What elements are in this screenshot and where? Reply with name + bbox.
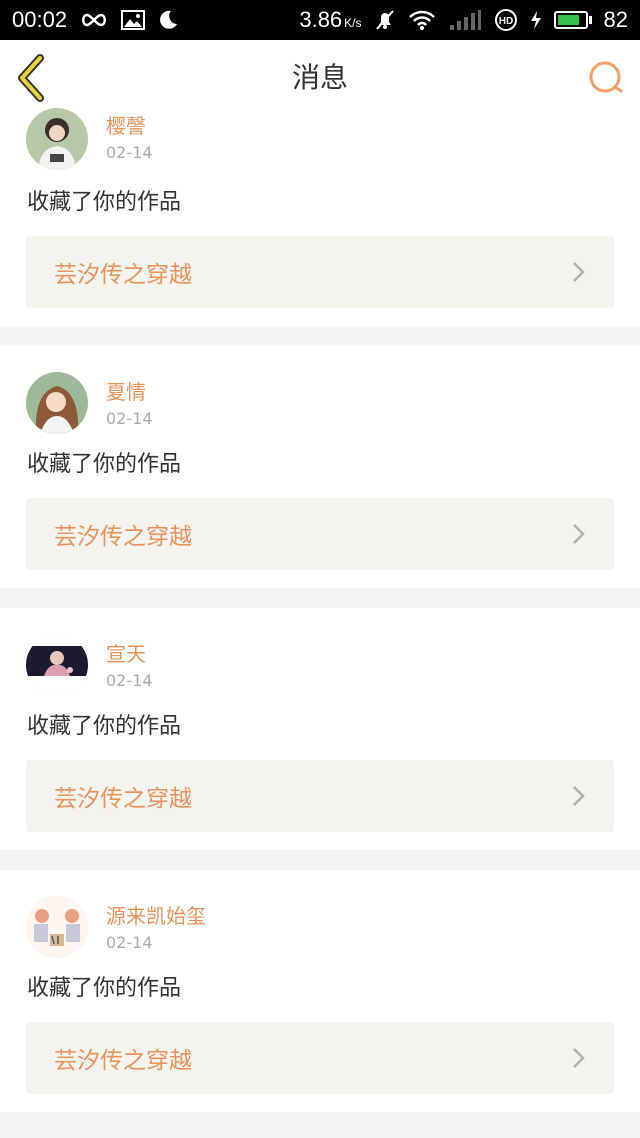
- charging-icon: [530, 10, 542, 30]
- svg-text:HD: HD: [498, 16, 512, 27]
- hd-icon: HD: [494, 8, 518, 32]
- user-name[interactable]: 夏情: [106, 378, 146, 406]
- message-action: 收藏了你的作品: [27, 452, 182, 477]
- mute-bell-icon: [374, 9, 396, 31]
- avatar[interactable]: [26, 372, 88, 434]
- chevron-right-icon: [573, 262, 585, 282]
- page-title: 消息: [291, 61, 348, 94]
- user-name[interactable]: 源来凯始玺: [106, 902, 206, 930]
- search-icon: [589, 61, 623, 93]
- work-title: 芸汐传之穿越: [54, 786, 192, 812]
- message-action: 收藏了你的作品: [27, 976, 182, 1001]
- work-link[interactable]: 芸汐传之穿越: [26, 236, 614, 308]
- chevron-right-icon: [573, 524, 585, 544]
- avatar[interactable]: [26, 896, 88, 958]
- message-date: 02-14: [106, 409, 153, 428]
- avatar[interactable]: [26, 634, 88, 696]
- message-date: 02-14: [106, 671, 153, 690]
- chevron-right-icon: [573, 1048, 585, 1068]
- message-action: 收藏了你的作品: [27, 190, 182, 215]
- network-speed: 3.86 K/s: [299, 7, 361, 33]
- chevron-right-icon: [573, 786, 585, 806]
- user-name[interactable]: 樱謦: [106, 112, 146, 140]
- wifi-icon: [408, 9, 436, 31]
- moon-icon: [157, 9, 179, 31]
- status-bar: 00:02 3.86 K/s HD 82: [0, 0, 640, 40]
- user-name[interactable]: 宣天: [106, 640, 146, 668]
- message-card: 源来凯始玺 02-14 收藏了你的作品 芸汐传之穿越: [0, 870, 640, 1112]
- work-title: 芸汐传之穿越: [54, 1048, 192, 1074]
- avatar[interactable]: [26, 108, 88, 170]
- status-time: 00:02: [12, 7, 68, 32]
- work-link[interactable]: 芸汐传之穿越: [26, 1022, 614, 1094]
- navigation-bar: 消息: [0, 40, 640, 116]
- message-date: 02-14: [106, 143, 153, 162]
- message-list: 樱謦 02-14 收藏了你的作品 芸汐传之穿越 夏情 02-14 收藏了你的作品…: [0, 108, 640, 1132]
- image-icon: [121, 10, 146, 30]
- work-link[interactable]: 芸汐传之穿越: [26, 498, 614, 570]
- network-speed-unit: K/s: [344, 16, 362, 30]
- battery-percent: 82: [603, 7, 628, 32]
- message-card: 夏情 02-14 收藏了你的作品 芸汐传之穿越: [0, 346, 640, 588]
- message-date: 02-14: [106, 933, 153, 952]
- signal-icon: [448, 9, 482, 31]
- infinity-icon: [79, 12, 109, 28]
- work-title: 芸汐传之穿越: [54, 262, 192, 288]
- work-title: 芸汐传之穿越: [54, 524, 192, 550]
- search-button[interactable]: [586, 58, 626, 98]
- message-card: 宣天 02-14 收藏了你的作品 芸汐传之穿越: [0, 608, 640, 850]
- work-link[interactable]: 芸汐传之穿越: [26, 760, 614, 832]
- network-speed-value: 3.86: [299, 7, 343, 32]
- battery-icon: [553, 11, 592, 29]
- message-action: 收藏了你的作品: [27, 714, 182, 739]
- message-card: 樱謦 02-14 收藏了你的作品 芸汐传之穿越: [0, 108, 640, 326]
